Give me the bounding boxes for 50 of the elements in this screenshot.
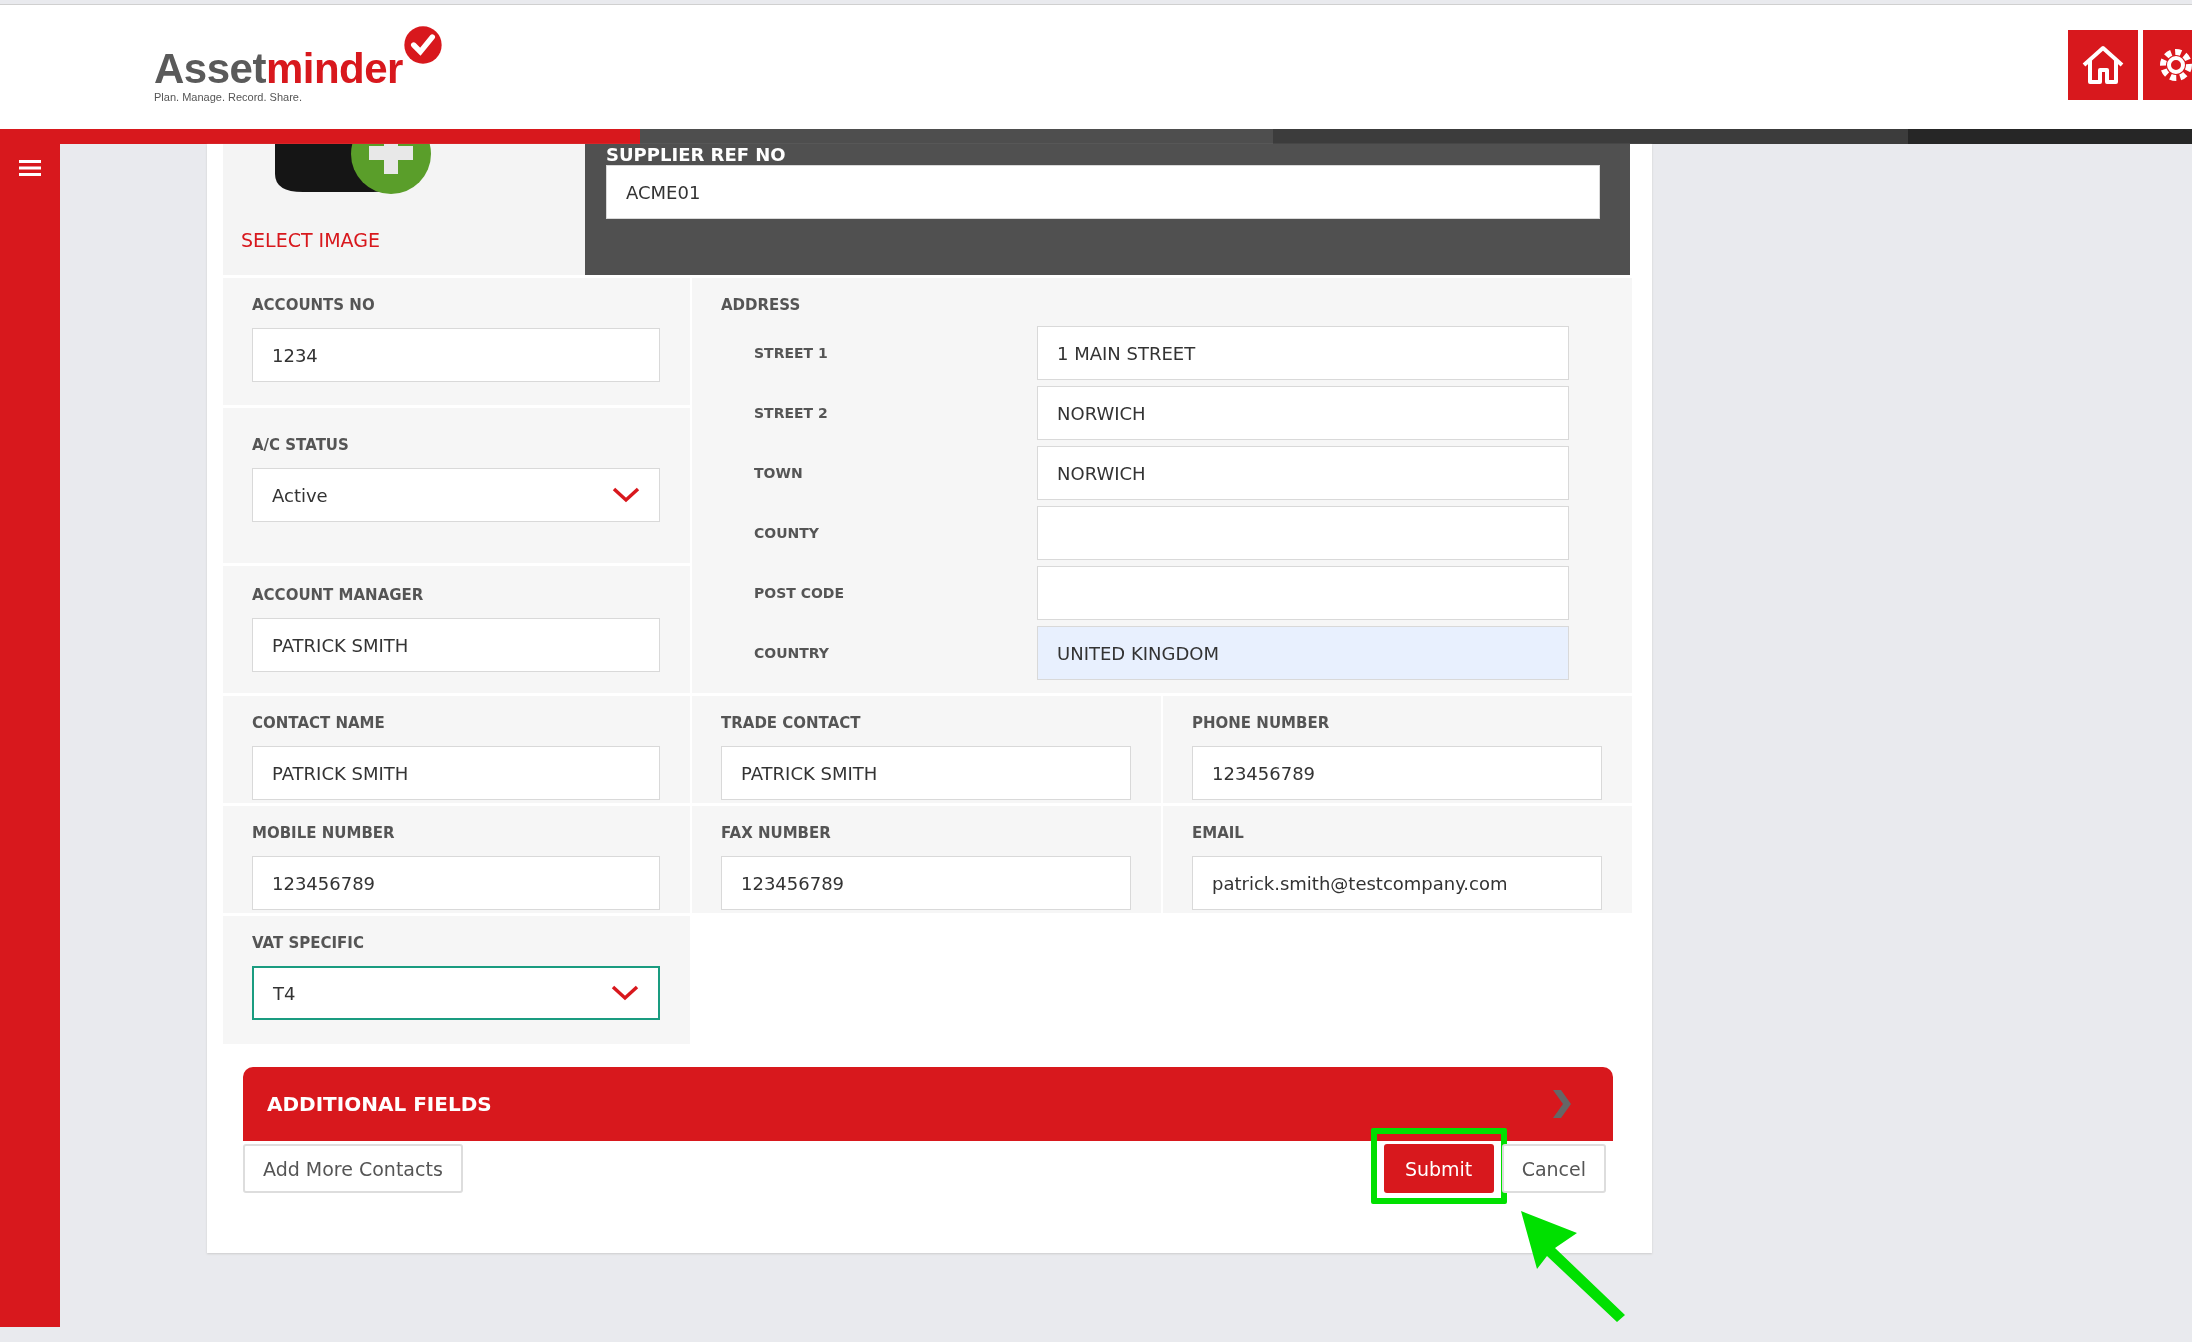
- field-label: TRADE CONTACT: [721, 714, 862, 732]
- field-label: PHONE NUMBER: [1192, 714, 1331, 732]
- field-label: STREET 2: [753, 405, 829, 421]
- input-field[interactable]: 123456789: [252, 856, 660, 910]
- cancel-button[interactable]: Cancel: [1501, 1144, 1606, 1193]
- logo-tagline: Plan. Manage. Record. Share.: [154, 91, 303, 103]
- input-field[interactable]: patrick.smith@testcompany.com: [1192, 856, 1602, 910]
- input-field[interactable]: [1037, 566, 1569, 620]
- input-field[interactable]: PATRICK SMITH: [252, 746, 660, 800]
- field-label: TOWN: [753, 465, 804, 481]
- field-label: ACCOUNT MANAGER: [252, 586, 425, 604]
- field-label: COUNTY: [753, 525, 820, 541]
- settings-button[interactable]: [2143, 30, 2192, 100]
- input-field[interactable]: ACME01: [606, 165, 1600, 219]
- add-contacts-button[interactable]: Add More Contacts: [243, 1144, 463, 1193]
- field-label: COUNTRY: [753, 645, 830, 661]
- field-label: MOBILE NUMBER: [252, 824, 396, 842]
- field-label: POST CODE: [753, 585, 846, 601]
- input-field[interactable]: 123456789: [1192, 746, 1602, 800]
- field-label: FAX NUMBER: [721, 824, 832, 842]
- input-field[interactable]: NORWICH: [1037, 446, 1569, 500]
- select-image-link[interactable]: SELECT IMAGE: [241, 229, 380, 251]
- chevron-right-icon: [1551, 1090, 1573, 1118]
- input-field[interactable]: NORWICH: [1037, 386, 1569, 440]
- menu-icon[interactable]: [19, 159, 41, 177]
- section-title: ADDITIONAL FIELDS: [267, 1092, 492, 1116]
- check-badge-icon: [402, 25, 443, 65]
- additional-fields-bar[interactable]: ADDITIONAL FIELDS: [243, 1067, 1613, 1141]
- field-label: SUPPLIER REF NO: [606, 145, 787, 165]
- field-label: STREET 1: [753, 345, 829, 361]
- field-label: CONTACT NAME: [252, 714, 386, 732]
- home-button[interactable]: [2068, 30, 2138, 100]
- field-label: ADDRESS: [721, 296, 802, 314]
- dropdown[interactable]: Active: [252, 468, 660, 522]
- submit-button[interactable]: Submit: [1383, 1144, 1494, 1193]
- input-field[interactable]: [1037, 506, 1569, 560]
- dropdown[interactable]: T4: [252, 966, 660, 1020]
- field-label: A/C STATUS: [252, 436, 350, 454]
- chevron-down-icon: [611, 985, 639, 1001]
- input-field[interactable]: UNITED KINGDOM: [1037, 626, 1569, 680]
- chevron-down-icon: [612, 487, 640, 503]
- field-label: VAT SPECIFIC: [252, 934, 365, 952]
- input-field[interactable]: 1 MAIN STREET: [1037, 326, 1569, 380]
- input-field[interactable]: 1234: [252, 328, 660, 382]
- logo-wordmark: Assetminder: [154, 47, 403, 91]
- field-label: EMAIL: [1192, 824, 1245, 842]
- field-label: ACCOUNTS NO: [252, 296, 376, 314]
- input-field[interactable]: PATRICK SMITH: [721, 746, 1131, 800]
- input-field[interactable]: PATRICK SMITH: [252, 618, 660, 672]
- input-field[interactable]: 123456789: [721, 856, 1131, 910]
